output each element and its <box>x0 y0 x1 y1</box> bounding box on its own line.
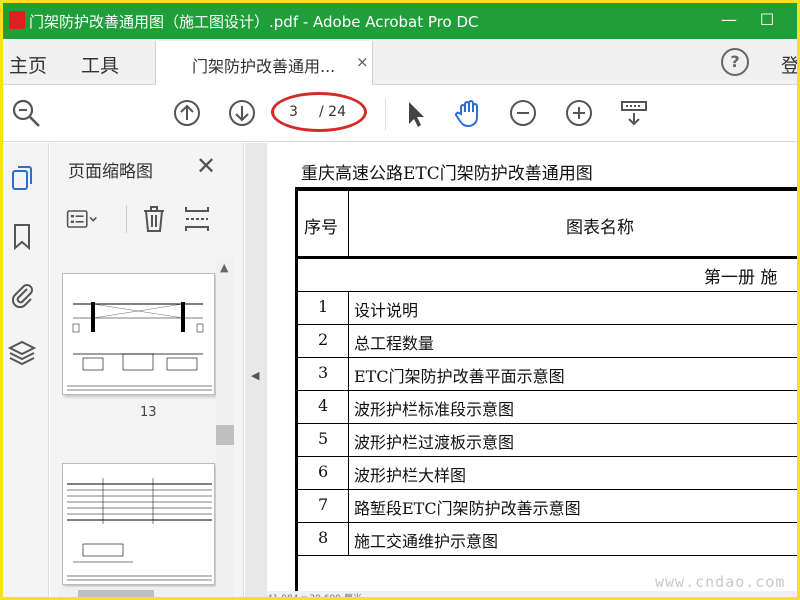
table-divider <box>298 357 797 358</box>
table-divider <box>298 423 797 424</box>
page-thumbnail[interactable] <box>62 463 215 585</box>
zoom-search-icon[interactable] <box>9 96 43 130</box>
next-page-icon[interactable] <box>225 96 259 130</box>
bookmark-icon[interactable] <box>7 221 37 251</box>
app-window: 门架防护改善通用图（施工图设计）.pdf - Adobe Acrobat Pro… <box>0 0 800 600</box>
row-name: 设计说明 <box>354 301 419 320</box>
extract-pages-icon[interactable] <box>182 203 214 235</box>
document-title: 重庆高速公路ETC门架防护改善通用图 <box>301 164 593 184</box>
document-tab-label: 门架防护改善通用... <box>192 57 336 76</box>
table-divider <box>298 522 797 523</box>
page-thumbnails-panel: 页面缩略图 ✕ 13 ▲ <box>50 143 244 597</box>
close-tab-button[interactable]: × <box>356 53 369 71</box>
row-number: 8 <box>318 528 329 547</box>
page-thumbnail[interactable] <box>62 273 215 395</box>
tools-tab[interactable]: 工具 <box>81 51 119 78</box>
table-divider <box>298 324 797 325</box>
select-cursor-icon[interactable] <box>399 96 433 130</box>
thumbnail-page-number: 13 <box>140 405 157 420</box>
site-watermark: www.cndao.com <box>655 573 786 591</box>
panel-divider <box>126 205 127 233</box>
volume-heading: 第一册 施 <box>704 268 778 288</box>
panel-title: 页面缩略图 <box>68 162 153 182</box>
toolbar: 3 / 24 <box>3 86 797 142</box>
pdf-page: 重庆高速公路ETC门架防护改善通用图 序号 图表名称 第一册 施 1 设计说明 … <box>267 143 797 591</box>
collapse-panel-icon[interactable]: ◀ <box>251 369 259 382</box>
window-title: 门架防护改善通用图（施工图设计）.pdf - Adobe Acrobat Pro… <box>29 13 479 31</box>
document-area: 重庆高速公路ETC门架防护改善通用图 序号 图表名称 第一册 施 1 设计说明 … <box>267 143 797 597</box>
row-name: 波形护栏标准段示意图 <box>354 400 515 419</box>
left-tool-rail <box>3 143 49 597</box>
row-number: 3 <box>318 363 329 382</box>
table-divider <box>298 555 797 556</box>
fit-page-icon[interactable] <box>617 96 651 130</box>
table-divider <box>298 456 797 457</box>
page-navigator: 3 / 24 <box>271 92 367 132</box>
hand-tool-icon[interactable] <box>452 96 486 130</box>
close-panel-button[interactable]: ✕ <box>196 152 216 180</box>
table-divider <box>298 489 797 490</box>
contents-table: 序号 图表名称 第一册 施 1 设计说明 2 总工程数量 3 ETC门架防护改善… <box>295 187 797 591</box>
row-number: 5 <box>318 429 329 448</box>
panel-collapse-strip[interactable]: ◀ <box>245 143 267 597</box>
thumbnail-horizontal-scrollbar[interactable] <box>58 587 234 597</box>
row-name: 总工程数量 <box>354 334 435 353</box>
header-name: 图表名称 <box>566 218 634 238</box>
help-icon[interactable]: ? <box>721 48 749 76</box>
table-divider <box>298 291 797 292</box>
row-name: 施工交通维护示意图 <box>354 532 499 551</box>
table-divider <box>298 390 797 391</box>
page-thumbnails-icon[interactable] <box>7 163 37 193</box>
row-name: 路堑段ETC门架防护改善示意图 <box>354 499 581 518</box>
thumbnail-scrollbar[interactable]: ▲ <box>216 259 234 589</box>
previous-page-icon[interactable] <box>170 96 204 130</box>
minimize-button[interactable]: — <box>715 7 743 33</box>
row-name: ETC门架防护改善平面示意图 <box>354 367 565 386</box>
delete-page-icon[interactable] <box>138 203 170 235</box>
scroll-up-icon[interactable]: ▲ <box>220 261 228 274</box>
scrollbar-thumb[interactable] <box>216 425 234 445</box>
table-divider <box>298 256 797 259</box>
row-number: 1 <box>318 297 329 316</box>
row-number: 4 <box>318 396 329 415</box>
table-divider <box>348 191 349 257</box>
horizontal-scrollbar-thumb[interactable] <box>78 590 154 597</box>
row-number: 6 <box>318 462 329 481</box>
layers-icon[interactable] <box>7 337 37 367</box>
page-size-status: 41.984 x 29.699 厘米 <box>267 591 797 597</box>
row-number: 7 <box>318 495 329 514</box>
zoom-out-icon[interactable] <box>506 96 540 130</box>
sign-in-button[interactable]: 登 <box>781 51 797 78</box>
toolbar-divider <box>385 98 386 130</box>
title-bar: 门架防护改善通用图（施工图设计）.pdf - Adobe Acrobat Pro… <box>3 3 797 39</box>
maximize-button[interactable]: ☐ <box>753 7 781 33</box>
row-name: 波形护栏过渡板示意图 <box>354 433 515 452</box>
document-tab[interactable]: 门架防护改善通用... × <box>155 41 373 85</box>
acrobat-logo-icon <box>9 11 25 29</box>
header-number: 序号 <box>304 218 338 238</box>
row-name: 波形护栏大样图 <box>354 466 467 485</box>
menu-bar: 主页 工具 门架防护改善通用... × ? 登 <box>3 39 797 85</box>
row-number: 2 <box>318 330 329 349</box>
home-tab[interactable]: 主页 <box>9 51 47 78</box>
zoom-in-icon[interactable] <box>562 96 596 130</box>
thumbnail-options-icon[interactable] <box>66 203 98 235</box>
red-annotation-oval <box>271 92 367 132</box>
attachment-icon[interactable] <box>7 279 37 309</box>
